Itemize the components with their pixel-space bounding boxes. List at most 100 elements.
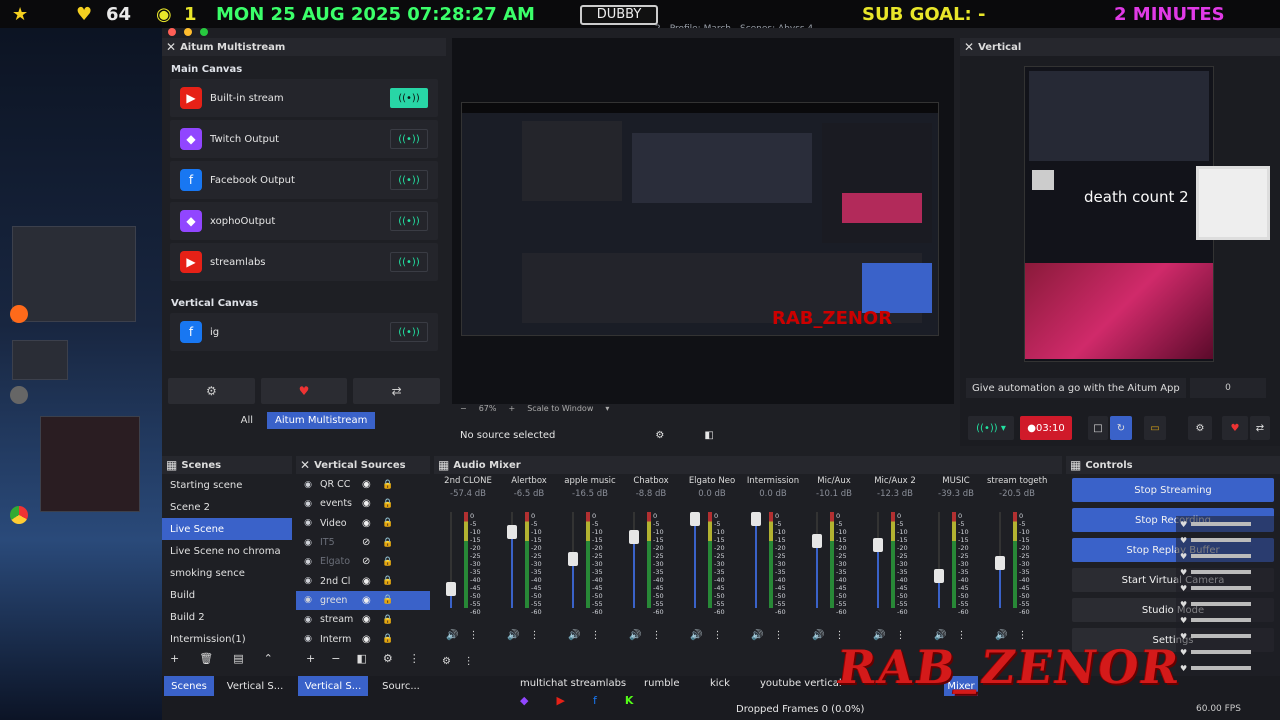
eye-icon[interactable]: ◉: [362, 498, 376, 509]
scene-item[interactable]: smoking sence: [162, 562, 292, 584]
vertical-donate-button[interactable]: ♥: [1222, 416, 1248, 440]
minimize-window-button[interactable]: [184, 28, 192, 36]
more-icon[interactable]: ⋮: [468, 630, 478, 641]
source-item[interactable]: ◉ 2nd Cl ◉ 🔒: [296, 571, 430, 590]
source-item[interactable]: ◉ IT5 ⊘ 🔒: [296, 533, 430, 552]
volume-slider[interactable]: [934, 569, 944, 584]
volume-slider[interactable]: [812, 534, 822, 548]
gear-icon[interactable]: ⚙: [383, 652, 393, 668]
tab-scenes[interactable]: Scenes: [164, 676, 214, 696]
zoom-in-icon[interactable]: +: [508, 404, 515, 413]
folder-button[interactable]: ▭: [1144, 416, 1166, 440]
source-item[interactable]: ◉ QR CC ◉ 🔒: [296, 475, 430, 494]
remove-icon[interactable]: −: [331, 652, 340, 668]
stop-streaming-button[interactable]: Stop Streaming: [1072, 478, 1274, 502]
firefox-icon[interactable]: [10, 305, 28, 323]
virtual-cam-button[interactable]: □: [1088, 416, 1108, 440]
close-icon[interactable]: ✕: [964, 40, 974, 54]
more-icon[interactable]: ⋮: [651, 630, 661, 641]
scene-item[interactable]: Build: [162, 584, 292, 606]
eye-icon[interactable]: ◉: [362, 576, 376, 587]
chrome-icon[interactable]: [10, 506, 28, 524]
eye-off-icon[interactable]: ⊘: [362, 537, 376, 548]
tab-sources[interactable]: Sourc...: [376, 676, 426, 696]
scene-item[interactable]: Live Scene: [162, 518, 292, 540]
filter-icon[interactable]: ◧: [704, 430, 713, 441]
chevron-up-icon[interactable]: ⌃: [264, 652, 273, 668]
trash-icon[interactable]: 🗑: [199, 652, 213, 668]
eye-icon[interactable]: ◉: [362, 595, 376, 606]
lock-icon[interactable]: 🔒: [382, 615, 396, 625]
record-button[interactable]: ● 03:10: [1020, 416, 1072, 440]
output-toggle-button[interactable]: ((•)): [390, 129, 428, 149]
app-icon[interactable]: [10, 386, 28, 404]
eye-off-icon[interactable]: ⊘: [362, 556, 376, 567]
output-toggle-button[interactable]: ((•)): [390, 322, 428, 342]
close-icon[interactable]: ✕: [166, 40, 176, 54]
lock-icon[interactable]: 🔒: [382, 576, 396, 586]
stream-toggle-button[interactable]: ((•)) ▾: [968, 416, 1014, 440]
scene-item[interactable]: Scene 2: [162, 496, 292, 518]
more-icon[interactable]: ⋮: [529, 630, 539, 641]
chevron-down-icon[interactable]: ▾: [605, 404, 609, 413]
volume-slider[interactable]: [507, 525, 517, 540]
source-item[interactable]: ◉ Elgato ⊘ 🔒: [296, 552, 430, 571]
filter-icon[interactable]: ◧: [356, 652, 366, 668]
lock-icon[interactable]: 🔒: [382, 518, 396, 528]
volume-slider[interactable]: [995, 556, 1005, 570]
output-toggle-button[interactable]: ((•)): [390, 170, 428, 190]
lock-icon[interactable]: 🔒: [382, 480, 396, 490]
add-icon[interactable]: +: [170, 652, 179, 668]
vertical-canvas-preview[interactable]: [1024, 66, 1214, 362]
more-icon[interactable]: ⋮: [773, 630, 783, 641]
eye-icon[interactable]: ◉: [362, 518, 376, 529]
lock-icon[interactable]: 🔒: [382, 634, 396, 644]
mixer-advanced-icon[interactable]: ⚙ ⋮: [442, 656, 474, 667]
volume-slider[interactable]: [629, 529, 639, 544]
lock-icon[interactable]: 🔒: [382, 557, 396, 567]
speaker-icon[interactable]: 🔊: [690, 630, 702, 641]
volume-slider[interactable]: [568, 551, 578, 566]
close-icon[interactable]: ✕: [300, 458, 310, 472]
zoom-out-icon[interactable]: −: [460, 404, 467, 413]
output-toggle-button[interactable]: ((•)): [390, 211, 428, 231]
scale-mode[interactable]: Scale to Window: [527, 404, 593, 413]
more-icon[interactable]: ⋮: [712, 630, 722, 641]
scene-item[interactable]: Build 2: [162, 606, 292, 628]
volume-slider[interactable]: [446, 582, 456, 597]
donate-button[interactable]: ♥: [260, 378, 348, 404]
zoom-window-button[interactable]: [200, 28, 208, 36]
settings-button[interactable]: ⚙: [168, 378, 255, 404]
volume-slider[interactable]: [690, 512, 700, 526]
scene-item[interactable]: Starting scene: [162, 474, 292, 496]
source-item[interactable]: ◉ events ◉ 🔒: [296, 494, 430, 513]
speaker-icon[interactable]: 🔊: [812, 630, 824, 641]
tab-vertical-sources[interactable]: Vertical S...: [298, 676, 368, 696]
close-window-button[interactable]: [168, 28, 176, 36]
eye-icon[interactable]: ◉: [362, 614, 376, 625]
gear-icon[interactable]: ⚙: [655, 430, 664, 441]
eye-icon[interactable]: ◉: [362, 479, 376, 490]
vertical-settings-button[interactable]: ⚙: [1188, 416, 1212, 440]
output-toggle-button[interactable]: ((•)): [390, 88, 428, 108]
volume-slider[interactable]: [873, 538, 883, 553]
scene-item[interactable]: Intermission(1): [162, 628, 292, 650]
more-icon[interactable]: ⋮: [409, 652, 420, 668]
help-button[interactable]: ⇄: [353, 378, 441, 404]
scene-item[interactable]: Live Scene no chroma: [162, 540, 292, 562]
tab-all[interactable]: All: [233, 412, 261, 429]
speaker-icon[interactable]: 🔊: [629, 630, 641, 641]
vertical-link-button[interactable]: ⇄: [1250, 416, 1270, 440]
speaker-icon[interactable]: 🔊: [568, 630, 580, 641]
speaker-icon[interactable]: 🔊: [751, 630, 763, 641]
volume-slider[interactable]: [751, 512, 761, 526]
source-item[interactable]: ◉ stream ◉ 🔒: [296, 610, 430, 629]
output-toggle-button[interactable]: ((•)): [390, 252, 428, 272]
lock-icon[interactable]: 🔒: [382, 595, 396, 605]
source-item[interactable]: ◉ Interm ◉ 🔒: [296, 629, 430, 648]
tab-aitum-multistream[interactable]: Aitum Multistream: [267, 412, 376, 429]
filter-icon[interactable]: ▤: [233, 652, 243, 668]
replay-button[interactable]: ↻: [1110, 416, 1132, 440]
add-icon[interactable]: +: [306, 652, 315, 668]
tab-vertical-scenes[interactable]: Vertical S...: [222, 676, 288, 696]
